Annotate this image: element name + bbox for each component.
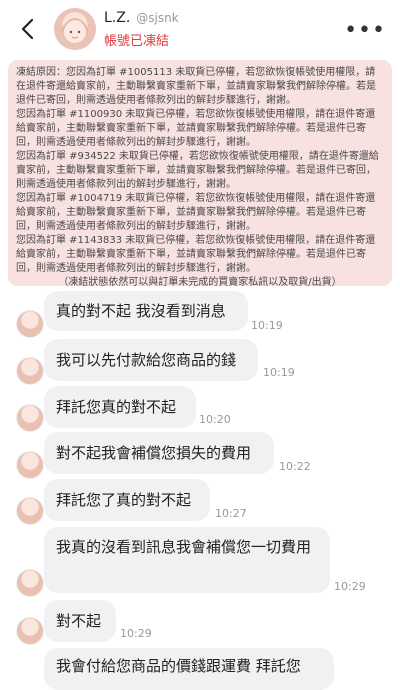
message-bubble[interactable]: 拜託您真的對不起 xyxy=(44,386,196,428)
avatar[interactable] xyxy=(16,404,44,432)
avatar[interactable] xyxy=(16,569,44,597)
avatar[interactable] xyxy=(16,357,44,385)
avatar-image xyxy=(62,18,88,43)
notice-footer: （凍結狀態依然可以與訂單未完成的買賣家私訊以及取貨/出貨） xyxy=(58,277,342,288)
notice-line: 您因為訂單 #1143833 未取貨已停權，若您欲恢復帳號使用權限，請在退件寄還… xyxy=(16,235,376,274)
message-bubble[interactable]: 拜託您了真的對不起 xyxy=(44,479,210,521)
notice-line: 您因為訂單 #1100930 未取貨已停權，若您欲恢復帳號使用權限，請在退件寄還… xyxy=(16,109,376,148)
message-time: 10:19 xyxy=(251,319,283,332)
message-time: 10:20 xyxy=(199,413,231,426)
notice-line: 您因為訂單 #1004719 未取貨已停權，若您欲恢復帳號使用權限，請在退件寄還… xyxy=(16,193,376,232)
message-bubble[interactable]: 我可以先付款給您商品的錢 xyxy=(44,339,258,381)
message-time: 10:19 xyxy=(263,366,295,379)
avatar[interactable] xyxy=(16,617,44,645)
freeze-notice: 凍結原因：您因為訂單 #1005113 未取貨已停權，若您欲恢復帳號使用權限，請… xyxy=(8,60,392,288)
chat-header: L.Z. @sjsnk 帳號已凍結 ••• xyxy=(0,0,400,58)
message-time: 10:27 xyxy=(215,507,247,520)
contact-handle: @sjsnk xyxy=(136,11,179,25)
avatar[interactable] xyxy=(54,8,96,50)
contact-name-row: L.Z. @sjsnk xyxy=(104,10,179,26)
message-time: 10:29 xyxy=(334,580,366,593)
back-button[interactable] xyxy=(14,16,40,42)
message-bubble[interactable]: 對不起 xyxy=(44,600,116,642)
avatar[interactable] xyxy=(16,451,44,479)
message-bubble[interactable]: 我會付給您商品的價錢跟運費 拜託您 xyxy=(44,648,334,690)
notice-line: 凍結原因：您因為訂單 #1005113 未取貨已停權，若您欲恢復帳號使用權限，請… xyxy=(16,67,376,106)
message-bubble[interactable]: 我真的沒看到訊息我會補償您一切費用 xyxy=(44,527,330,593)
contact-name: L.Z. xyxy=(104,10,131,26)
more-options-button[interactable]: ••• xyxy=(344,18,386,43)
notice-line: 您因為訂單 #934522 未取貨已停權，若您欲恢復帳號使用權限，請在退件寄還給… xyxy=(16,151,379,190)
message-time: 10:29 xyxy=(120,627,152,640)
avatar[interactable] xyxy=(16,310,44,338)
message-bubble[interactable]: 對不起我會補償您損失的費用 xyxy=(44,432,274,474)
more-horizontal-icon: ••• xyxy=(344,18,386,43)
message-time: 10:22 xyxy=(279,460,311,473)
message-bubble[interactable]: 真的對不起 我沒看到消息 xyxy=(44,291,248,331)
chevron-left-icon xyxy=(21,18,34,40)
account-status: 帳號已凍結 xyxy=(104,34,170,49)
avatar[interactable] xyxy=(16,497,44,525)
